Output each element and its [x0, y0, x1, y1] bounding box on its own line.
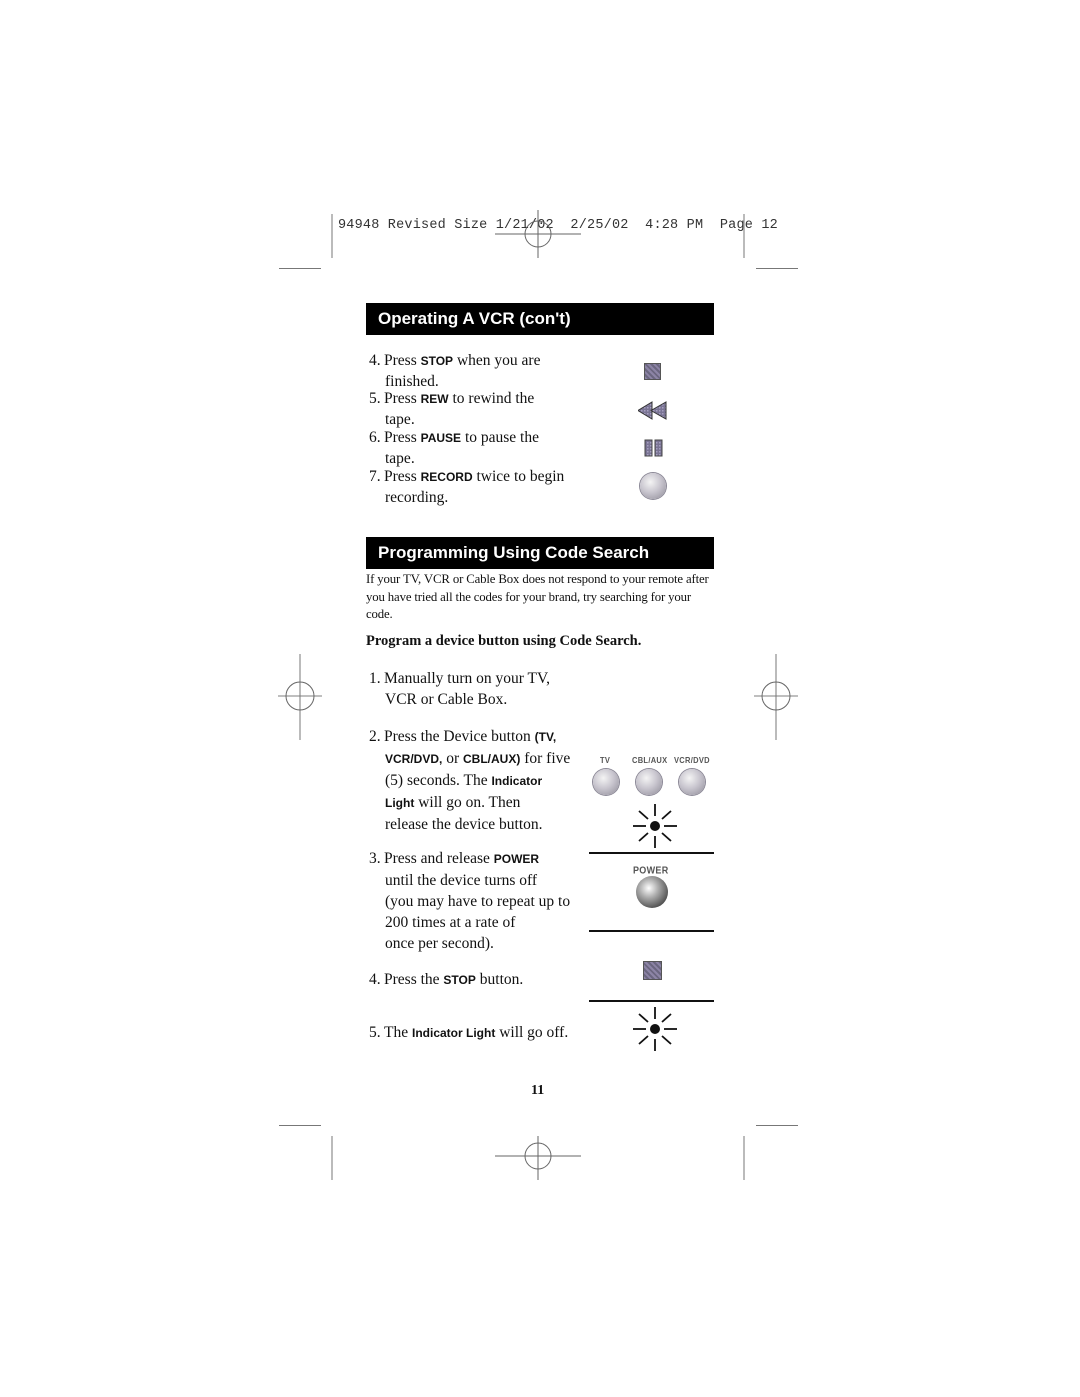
- subheading: Program a device button using Code Searc…: [366, 633, 642, 649]
- crop-mark: [279, 268, 321, 269]
- divider: [589, 930, 714, 932]
- crop-mark: [756, 268, 798, 269]
- pause-icon: [644, 439, 663, 457]
- code-step-3: 3. Press and release POWER until the devi…: [369, 850, 571, 952]
- code-step-5: 5. The Indicator Light will go off.: [369, 1024, 569, 1041]
- registration-mark-left: [278, 654, 322, 740]
- cbl-aux-button-icon: [636, 769, 662, 795]
- record-icon: [640, 473, 666, 499]
- indicator-light-off-icon: [633, 1007, 677, 1051]
- tv-button-label: TV: [600, 755, 611, 766]
- vcr-step-4: 4. Press STOP when you are finished.: [369, 352, 541, 390]
- crop-mark: [743, 1136, 745, 1180]
- cbl-aux-button-label: CBL/AUX: [632, 755, 668, 766]
- crop-mark: [756, 1125, 798, 1126]
- divider: [589, 852, 714, 854]
- indicator-light-on-icon: [633, 804, 677, 848]
- power-button-label: POWER: [633, 864, 669, 876]
- vcr-step-5: 5. Press REW to rewind the tape.: [369, 390, 535, 428]
- vcr-step-7: 7. Press RECORD twice to begin recording.: [369, 468, 565, 506]
- registration-mark-bottom: [495, 1136, 581, 1180]
- code-step-2: 2. Press the Device button (TV, VCR/DVD, …: [369, 728, 571, 833]
- crop-mark: [279, 1125, 321, 1126]
- crop-mark: [331, 1136, 333, 1180]
- registration-mark-right: [754, 654, 798, 740]
- registration-mark-top: [495, 210, 581, 258]
- page-number: 11: [531, 1083, 545, 1098]
- vcr-dvd-button-label: VCR/DVD: [674, 755, 710, 766]
- vcr-step-6: 6. Press PAUSE to pause the tape.: [369, 429, 539, 467]
- stop-icon: [644, 363, 661, 380]
- power-button-icon: [636, 876, 668, 908]
- section-heading-code-search: Programming Using Code Search: [366, 537, 714, 569]
- vcr-dvd-button-icon: [679, 769, 705, 795]
- crop-mark: [331, 214, 333, 258]
- section-heading-operating-vcr: Operating A VCR (con't): [366, 303, 714, 335]
- stop-icon: [643, 961, 662, 980]
- rewind-icon: [638, 401, 667, 420]
- code-step-4: 4. Press the STOP button.: [369, 971, 524, 988]
- intro-paragraph: If your TV, VCR or Cable Box does not re…: [366, 572, 709, 621]
- divider: [589, 1000, 714, 1002]
- tv-button-icon: [593, 769, 619, 795]
- code-step-1: 1. Manually turn on your TV, VCR or Cable…: [369, 670, 551, 708]
